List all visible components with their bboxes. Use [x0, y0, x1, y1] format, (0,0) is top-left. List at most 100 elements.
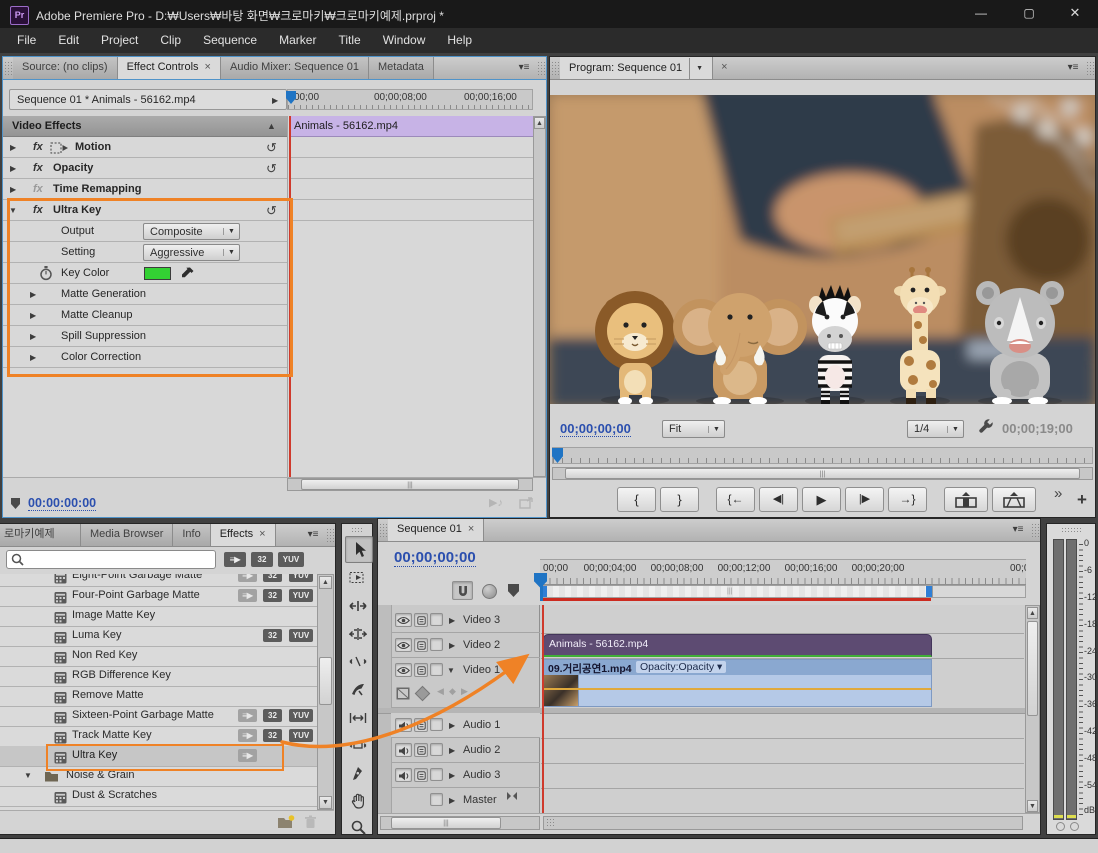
- twirl-icon[interactable]: ▶: [10, 179, 16, 200]
- encore-marker-button[interactable]: [482, 584, 497, 599]
- scroll-up-icon[interactable]: ▲: [534, 117, 545, 129]
- ec-clip-bar[interactable]: Animals - 56162.mp4: [289, 116, 533, 137]
- track-lock-toggle[interactable]: [430, 768, 443, 781]
- hscroll-grip[interactable]: [546, 818, 554, 828]
- twirl-icon[interactable]: ▼: [24, 766, 32, 786]
- toggle-track-output-button[interactable]: [395, 638, 412, 652]
- clip-animals-video2[interactable]: Animals - 56162.mp4: [543, 634, 932, 657]
- sync-lock-button[interactable]: [414, 663, 428, 677]
- twirl-icon[interactable]: ▶: [30, 305, 36, 326]
- scroll-down-icon[interactable]: ▼: [1027, 800, 1038, 812]
- sync-lock-button[interactable]: [414, 613, 428, 627]
- menu-sequence[interactable]: Sequence: [192, 28, 268, 53]
- play-audio-icon[interactable]: ▶♪: [489, 496, 503, 509]
- step-forward-button[interactable]: |▶: [845, 487, 884, 512]
- sync-lock-button[interactable]: [414, 718, 428, 732]
- panel-grip[interactable]: [326, 528, 334, 542]
- menu-project[interactable]: Project: [90, 28, 149, 53]
- twirl-icon[interactable]: ▼: [447, 660, 455, 681]
- effect-item[interactable]: Remove Matte: [0, 686, 334, 707]
- slip-tool[interactable]: [345, 705, 371, 730]
- reset-effect-icon[interactable]: ↺: [266, 137, 277, 158]
- effect-row-motion[interactable]: ▶ fx Motion ↺: [3, 137, 287, 158]
- more-buttons-icon[interactable]: »: [1054, 485, 1062, 502]
- rate-stretch-tool[interactable]: [345, 649, 371, 674]
- twirl-icon[interactable]: ▶: [10, 137, 16, 158]
- accelerated-effects-filter-icon[interactable]: ≡▶: [224, 552, 246, 567]
- effect-item[interactable]: Sixteen-Point Garbage Matte ≡▶ 32 YUV: [0, 706, 334, 727]
- panel-menu-icon[interactable]: ▾≡: [512, 57, 536, 79]
- menu-clip[interactable]: Clip: [149, 28, 192, 53]
- twirl-icon[interactable]: ▶: [449, 635, 455, 656]
- group-row-color-correction[interactable]: ▶ Color Correction: [3, 347, 287, 368]
- fit-dropdown[interactable]: Fit ▼: [662, 420, 725, 438]
- effect-item[interactable]: Non Red Key: [0, 646, 334, 667]
- timeline-ruler[interactable]: 00;00 00;00;04;00 00;00;08;00 00;00;12;0…: [540, 559, 1026, 585]
- tab-audio-mixer[interactable]: Audio Mixer: Sequence 01: [220, 57, 370, 79]
- twirl-icon[interactable]: ▼: [9, 200, 17, 221]
- panel-grip[interactable]: [4, 61, 12, 75]
- twirl-icon[interactable]: ▶: [449, 740, 455, 761]
- menu-marker[interactable]: Marker: [268, 28, 327, 53]
- mark-in-button[interactable]: {: [617, 487, 656, 512]
- tab-metadata[interactable]: Metadata: [369, 57, 434, 79]
- razor-tool[interactable]: [345, 677, 371, 702]
- timeline-vscrollbar[interactable]: ▲ ▼: [1025, 605, 1040, 813]
- solo-right-toggle[interactable]: [1070, 822, 1079, 831]
- ec-hscrollbar[interactable]: |||: [287, 478, 533, 491]
- twirl-icon[interactable]: ▶: [449, 790, 455, 811]
- setting-dropdown[interactable]: Aggressive ▼: [143, 244, 240, 261]
- add-button-icon[interactable]: +: [1077, 490, 1087, 510]
- maximize-button[interactable]: ▢: [1006, 0, 1052, 28]
- panel-grip[interactable]: [1086, 61, 1094, 75]
- panel-menu-icon[interactable]: ▾≡: [1061, 57, 1085, 79]
- settings-wrench-icon[interactable]: [978, 419, 995, 436]
- set-marker-button[interactable]: [508, 584, 519, 597]
- collapse-icon[interactable]: ▲: [267, 116, 276, 137]
- stopwatch-icon[interactable]: [40, 266, 52, 281]
- resolution-dropdown[interactable]: 1/4 ▼: [907, 420, 964, 438]
- program-video-frame[interactable]: [550, 95, 1095, 404]
- close-icon[interactable]: ×: [721, 61, 727, 73]
- delete-icon[interactable]: [304, 815, 317, 829]
- hscroll-thumb[interactable]: |||: [565, 468, 1080, 479]
- vscroll-thumb[interactable]: [319, 657, 332, 705]
- panel-grip[interactable]: [537, 61, 545, 75]
- panel-grip[interactable]: [379, 523, 387, 537]
- menu-help[interactable]: Help: [436, 28, 483, 53]
- close-icon[interactable]: ×: [468, 523, 474, 535]
- program-timecode[interactable]: 00;00;00;00: [560, 421, 631, 437]
- yuv-filter-icon[interactable]: YUV: [278, 552, 304, 567]
- extract-button[interactable]: [992, 487, 1036, 512]
- minimize-button[interactable]: —: [958, 0, 1004, 28]
- lift-button[interactable]: [944, 487, 988, 512]
- effect-item[interactable]: Track Matte Key ≡▶ 32 YUV: [0, 726, 334, 747]
- hscroll-thumb[interactable]: |||: [391, 817, 501, 829]
- effect-item[interactable]: Image Matte Key: [0, 606, 334, 627]
- track-lock-toggle[interactable]: [430, 638, 443, 651]
- track-lock-toggle[interactable]: [430, 743, 443, 756]
- program-ruler[interactable]: [552, 447, 1093, 464]
- keyframe-add-icon[interactable]: ◆: [449, 686, 456, 697]
- menu-title[interactable]: Title: [327, 28, 371, 53]
- set-display-style-icon[interactable]: [396, 687, 410, 700]
- effect-row-opacity[interactable]: ▶ fx Opacity ↺: [3, 158, 287, 179]
- track-lock-toggle[interactable]: [430, 613, 443, 626]
- toggle-track-output-button[interactable]: [395, 613, 412, 627]
- toggle-track-output-button[interactable]: [395, 718, 412, 732]
- ec-current-timecode[interactable]: 00:00:00:00: [28, 496, 97, 511]
- mark-out-button[interactable]: }: [660, 487, 699, 512]
- scroll-down-icon[interactable]: ▼: [319, 796, 332, 809]
- monitor-select-dropdown-icon[interactable]: ▼: [689, 57, 703, 79]
- 32bit-filter-icon[interactable]: 32: [251, 552, 273, 567]
- close-icon[interactable]: ×: [205, 61, 211, 73]
- ec-vscrollbar[interactable]: ▲: [533, 116, 546, 477]
- clip-street-video1[interactable]: 09.거리공연1.mp4 Opacity:Opacity ▾: [543, 659, 932, 707]
- clip-effect-badge[interactable]: Opacity:Opacity ▾: [636, 661, 727, 673]
- effects-search-input[interactable]: [6, 550, 216, 569]
- export-frame-icon[interactable]: [519, 497, 534, 509]
- video-effects-header[interactable]: Video Effects ▲: [3, 116, 287, 137]
- key-color-swatch[interactable]: [144, 267, 171, 280]
- twirl-icon[interactable]: ▶: [449, 765, 455, 786]
- panel-menu-icon[interactable]: ▾≡: [1006, 519, 1030, 541]
